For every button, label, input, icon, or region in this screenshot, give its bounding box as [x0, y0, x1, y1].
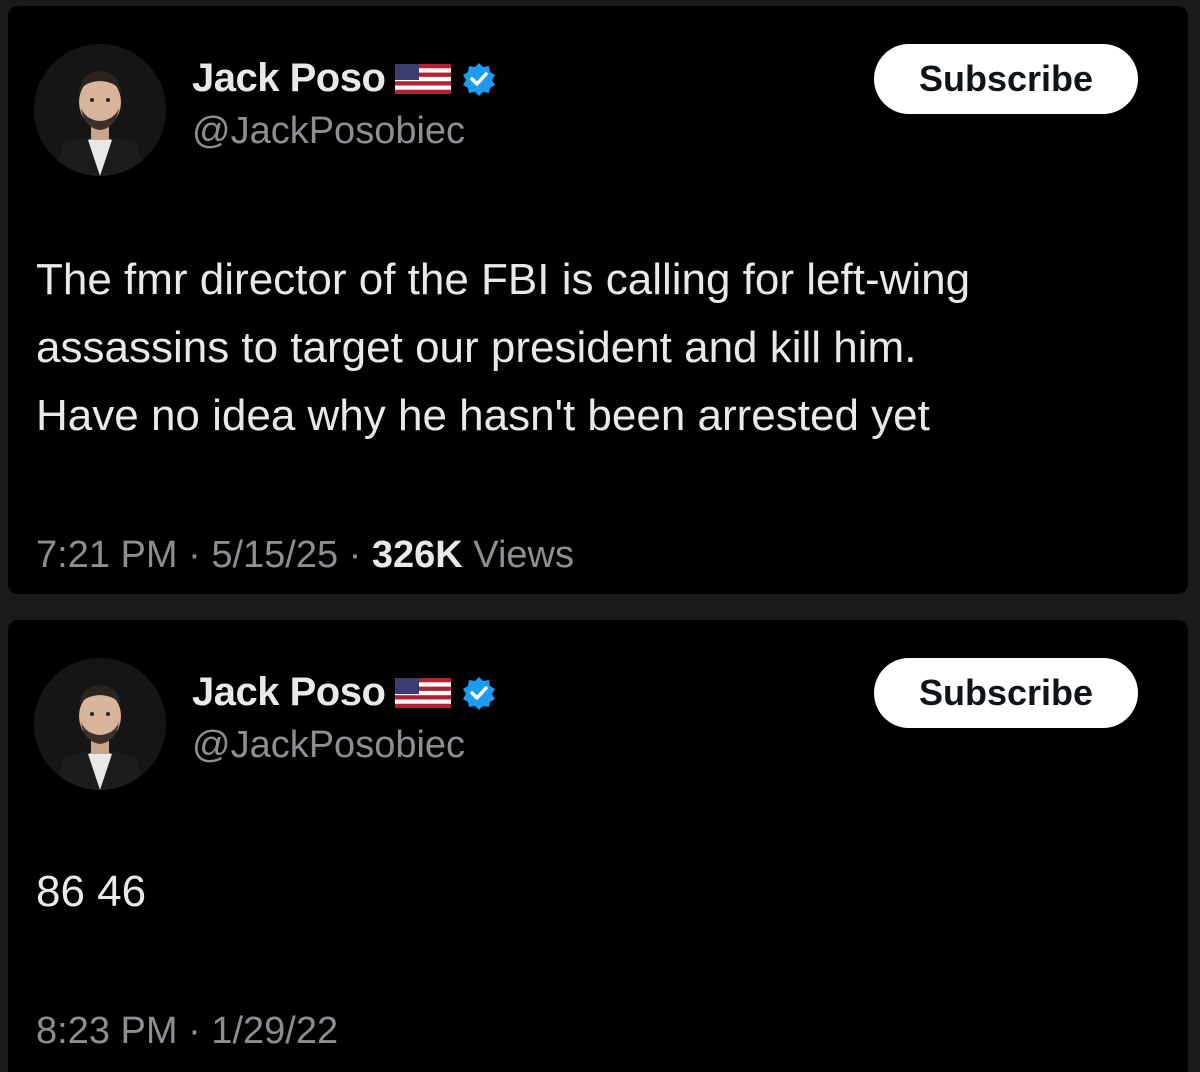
tweet-date[interactable]: 1/29/22: [211, 1010, 338, 1052]
verified-badge-icon[interactable]: [461, 675, 497, 711]
us-flag-icon: [395, 677, 452, 708]
display-name[interactable]: Jack Poso: [192, 670, 386, 715]
tweet-time[interactable]: 7:21 PM: [36, 534, 178, 576]
display-name[interactable]: Jack Poso: [192, 56, 386, 101]
handle[interactable]: @JackPosobiec: [192, 110, 465, 153]
tweet-date[interactable]: 5/15/25: [211, 534, 338, 576]
tweet-text: The fmr director of the FBI is calling f…: [36, 255, 971, 440]
meta-separator: ·: [188, 534, 201, 576]
views-count[interactable]: 326K: [372, 534, 463, 576]
meta-separator: ·: [348, 534, 362, 576]
author-name-row: Jack Poso: [192, 56, 497, 101]
tweet-text: 86 46: [36, 867, 147, 916]
subscribe-button[interactable]: Subscribe: [874, 44, 1138, 114]
handle[interactable]: @JackPosobiec: [192, 724, 465, 767]
avatar-portrait: [34, 658, 166, 790]
tweet-meta: 7:21 PM · 5/15/25 · 326K Views: [36, 534, 574, 577]
tweet-time[interactable]: 8:23 PM: [36, 1010, 178, 1052]
meta-separator: ·: [188, 1010, 201, 1052]
author-name-row: Jack Poso: [192, 670, 497, 715]
verified-badge-icon[interactable]: [461, 61, 497, 97]
tweet-card: Jack Poso @JackPosobiec Subscribe The fm…: [8, 6, 1188, 594]
avatar[interactable]: [34, 44, 166, 176]
tweet-meta: 8:23 PM · 1/29/22: [36, 1010, 338, 1053]
tweet-card: Jack Poso @JackPosobiec Subscribe 86 46 …: [8, 620, 1188, 1072]
views-label: Views: [473, 534, 574, 576]
us-flag-icon: [395, 63, 452, 94]
avatar[interactable]: [34, 658, 166, 790]
avatar-portrait: [34, 44, 166, 176]
subscribe-button[interactable]: Subscribe: [874, 658, 1138, 728]
